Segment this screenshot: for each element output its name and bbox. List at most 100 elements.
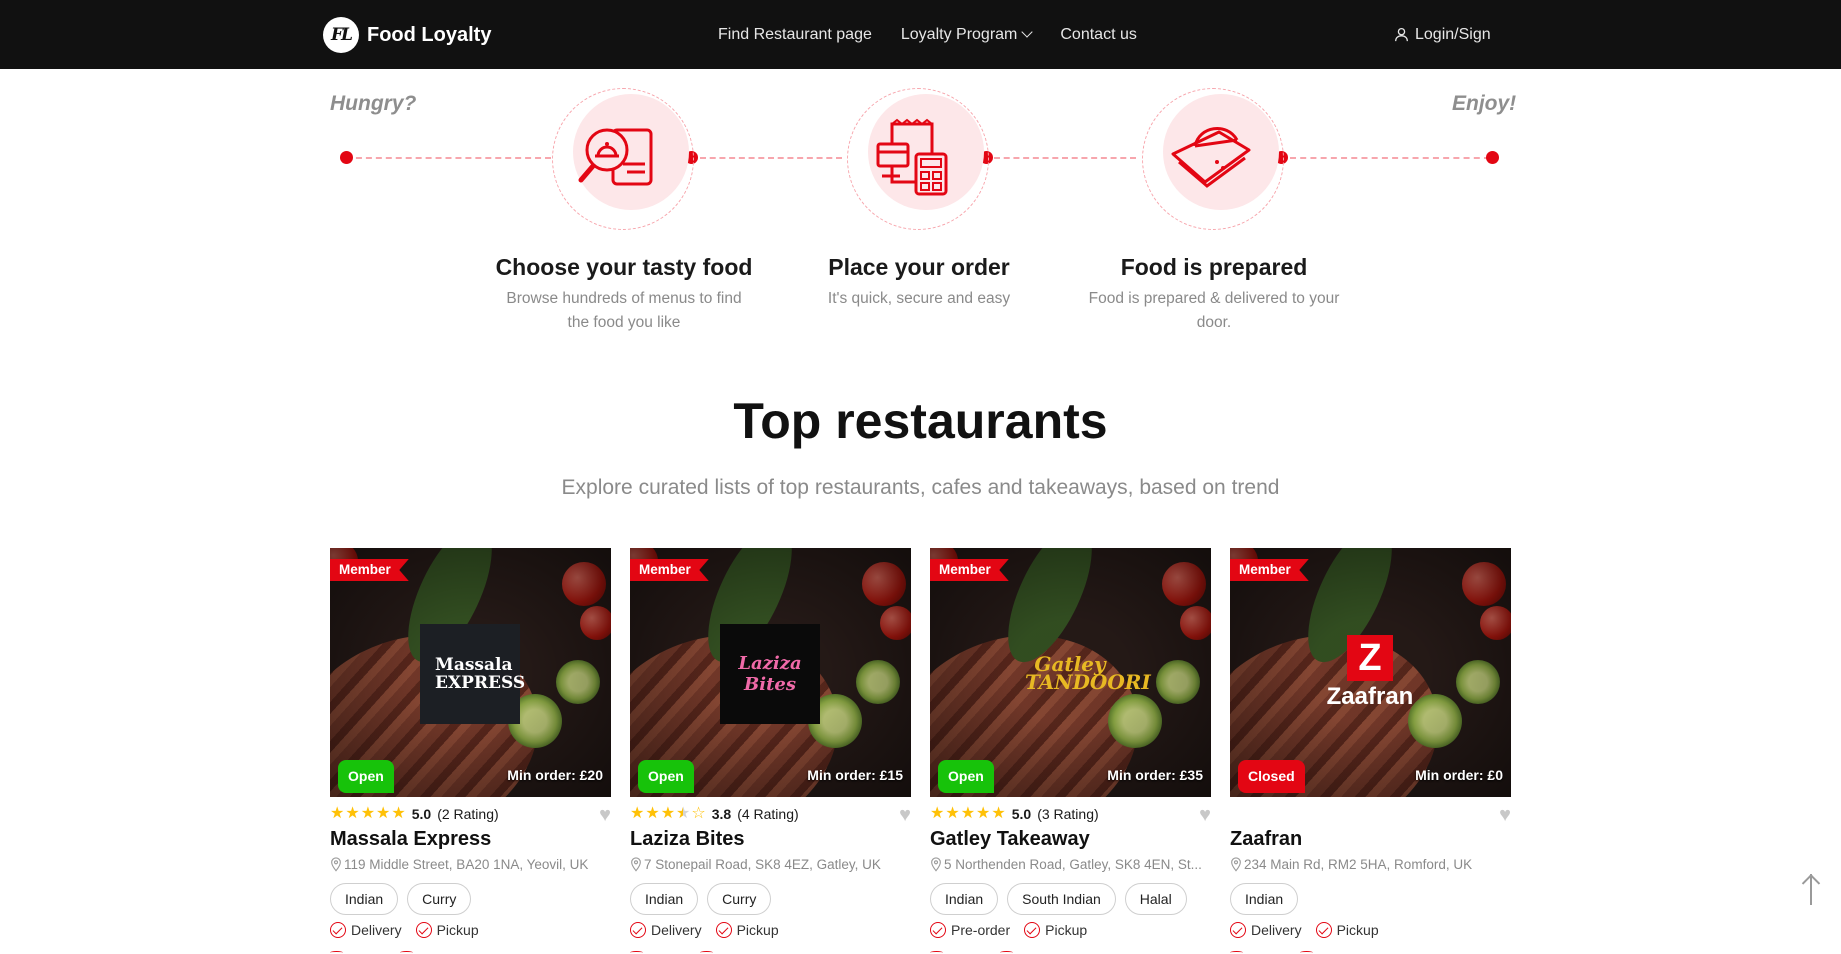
- service-label: Pickup: [1045, 922, 1088, 938]
- star-icon: ★: [376, 805, 391, 822]
- restaurant-logo: Z Zaafran: [1326, 635, 1414, 710]
- restaurant-card[interactable]: Massala EXPRESS Member Open Min order: £…: [330, 548, 611, 954]
- cuisine-tag[interactable]: Curry: [707, 883, 772, 915]
- restaurant-card[interactable]: Z Zaafran Member Closed Min order: £0 ♥ …: [1230, 548, 1511, 954]
- location-pin-icon: [931, 857, 941, 872]
- service-label: Pickup: [736, 922, 779, 938]
- service-option: Pickup: [1315, 922, 1379, 938]
- star-icon: ★: [976, 805, 991, 822]
- restaurant-card[interactable]: Laziza Bites Member Open Min order: £15 …: [630, 548, 911, 954]
- member-badge: Member: [1230, 559, 1309, 581]
- star-icon: ★: [630, 805, 645, 822]
- rating: ★ ★ ★ ★ ★ 5.0 (3 Rating): [930, 806, 1099, 823]
- rating-stars: ★ ★ ★ ★ ★: [930, 806, 1006, 822]
- restaurant-logo: Gatley TANDOORI: [1025, 652, 1151, 694]
- heart-icon[interactable]: ♥: [1199, 804, 1211, 827]
- cuisine-tag[interactable]: Indian: [930, 883, 999, 915]
- nav-loyalty-program-label: Loyalty Program: [900, 25, 1018, 43]
- service-label: Delivery: [1251, 922, 1302, 938]
- heart-icon[interactable]: ♥: [899, 804, 911, 827]
- scroll-to-top-arrow-icon[interactable]: [1801, 870, 1821, 906]
- cuisine-tags: Indian South Indian Halal: [930, 883, 1187, 915]
- star-icon: ★: [660, 805, 676, 822]
- restaurant-image[interactable]: Gatley TANDOORI Member Open Min order: £…: [930, 548, 1211, 797]
- step-2-description: It's quick, secure and easy: [827, 290, 1011, 307]
- restaurant-image[interactable]: Laziza Bites Member Open Min order: £15: [630, 548, 911, 797]
- check-circle-icon: [1024, 922, 1041, 938]
- restaurant-logo: Laziza Bites: [720, 624, 820, 724]
- rating-count: (2 Rating): [437, 806, 499, 822]
- restaurant-image[interactable]: Z Zaafran Member Closed Min order: £0: [1230, 548, 1511, 797]
- min-order: Min order: £20: [507, 767, 603, 783]
- service-option: Pickup: [1024, 922, 1087, 938]
- check-circle-icon: [630, 922, 646, 938]
- cuisine-tag[interactable]: Indian: [1230, 883, 1299, 915]
- cuisine-tag[interactable]: Indian: [330, 883, 399, 915]
- main-nav: Find Restaurant page Loyalty Program Con…: [718, 0, 1137, 69]
- restaurant-card[interactable]: Gatley TANDOORI Member Open Min order: £…: [930, 548, 1211, 954]
- member-badge: Member: [330, 559, 409, 581]
- service-options: Delivery Pickup: [330, 922, 479, 938]
- restaurant-logo: Massala EXPRESS: [420, 624, 525, 724]
- check-circle-icon: [715, 922, 732, 938]
- nav-loyalty-program[interactable]: Loyalty Program: [900, 25, 1034, 44]
- check-circle-icon: [330, 922, 346, 938]
- food-wrap-icon: [1171, 127, 1251, 188]
- section-title: Top restaurants: [733, 393, 1108, 449]
- step-3-description: Food is prepared & delivered to your doo…: [1088, 290, 1340, 331]
- location-pin-icon: [331, 857, 341, 872]
- order-calculator-icon: [876, 118, 948, 196]
- brand[interactable]: FL Food Loyalty: [323, 17, 491, 53]
- login-button[interactable]: Login/Sign: [1394, 0, 1491, 69]
- restaurant-name[interactable]: Zaafran: [1230, 828, 1302, 851]
- cuisine-tag[interactable]: Halal: [1124, 883, 1187, 915]
- star-icon: ★: [930, 805, 945, 822]
- star-icon: ★: [960, 805, 976, 822]
- restaurant-name[interactable]: Massala Express: [330, 828, 491, 851]
- restaurant-name[interactable]: Gatley Takeaway: [930, 828, 1090, 851]
- restaurant-address: 119 Middle Street, BA20 1NA, Yeovil, UK: [330, 857, 611, 872]
- star-icon: ★: [991, 805, 1006, 822]
- rating-score: 3.8: [711, 806, 732, 822]
- rating-count: (4 Rating): [737, 806, 799, 822]
- cuisine-tag[interactable]: South Indian: [1007, 883, 1116, 915]
- brand-logo: FL: [323, 17, 359, 53]
- status-badge: Open: [938, 760, 994, 793]
- star-icon: ★: [645, 805, 660, 822]
- heart-icon[interactable]: ♥: [1499, 804, 1511, 827]
- member-badge: Member: [930, 559, 1009, 581]
- star-icon: ★: [391, 805, 406, 822]
- service-label: Pickup: [1336, 922, 1379, 938]
- nav-contact-us[interactable]: Contact us: [1060, 26, 1136, 44]
- section-subtitle: Explore curated lists of top restaurants…: [561, 476, 1280, 499]
- brand-name: Food Loyalty: [367, 23, 492, 46]
- heart-icon[interactable]: ♥: [599, 804, 611, 827]
- step-1-title: Choose your tasty food: [495, 254, 753, 280]
- step-3-icon-circle: [1142, 88, 1284, 230]
- restaurant-image[interactable]: Massala EXPRESS Member Open Min order: £…: [330, 548, 611, 797]
- progress-dashed-line: [1290, 157, 1490, 159]
- progress-dot: [1486, 151, 1499, 164]
- user-icon: [1395, 27, 1408, 42]
- status-badge: Open: [638, 760, 694, 793]
- service-option: Delivery: [330, 922, 402, 938]
- login-label: Login/Sign: [1415, 25, 1491, 43]
- cuisine-tag[interactable]: Curry: [407, 883, 472, 915]
- check-circle-icon: [930, 922, 946, 938]
- service-options: Delivery Pickup: [630, 922, 779, 938]
- nav-find-restaurant[interactable]: Find Restaurant page: [718, 26, 872, 44]
- rating-stars: ★ ★ ★ ★ ☆: [630, 806, 706, 822]
- chevron-down-icon: [1021, 26, 1034, 38]
- progress-dashed-line: [700, 157, 842, 159]
- service-option: Pickup: [715, 922, 779, 938]
- top-navbar: FL Food Loyalty Find Restaurant page Loy…: [0, 0, 1841, 69]
- service-option: Delivery: [630, 922, 702, 938]
- min-order: Min order: £0: [1415, 767, 1503, 783]
- service-label: Delivery: [651, 922, 702, 938]
- restaurant-address: 234 Main Rd, RM2 5HA, Romford, UK: [1230, 857, 1511, 872]
- restaurant-name[interactable]: Laziza Bites: [630, 828, 744, 851]
- restaurant-address: 7 Stonepail Road, SK8 4EZ, Gatley, UK: [630, 857, 911, 872]
- star-icon: ★: [676, 805, 691, 822]
- end-label: Enjoy!: [1452, 92, 1517, 115]
- cuisine-tag[interactable]: Indian: [630, 883, 699, 915]
